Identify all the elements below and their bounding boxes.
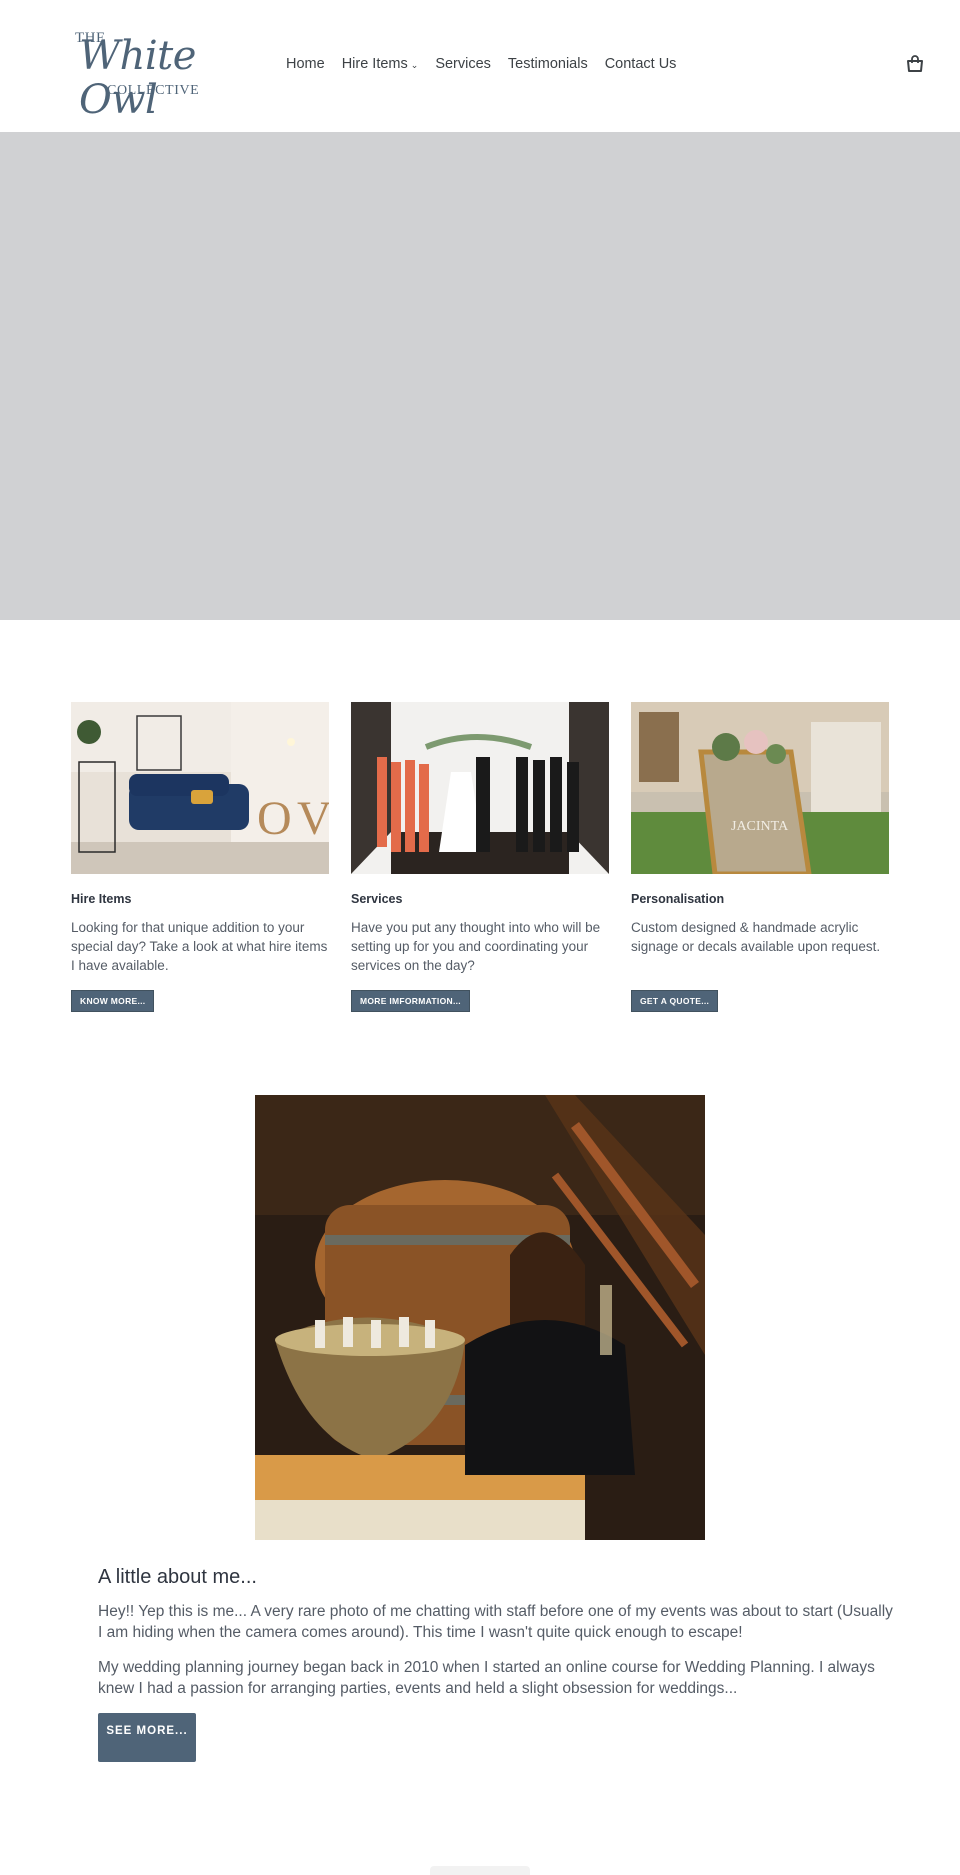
brand-logo[interactable]: THE White Owl COLLECTIVE (73, 26, 233, 122)
feature-card-hire-items: O V Hire Items Looking for that unique a… (71, 702, 329, 1012)
chevron-down-icon: ⌄ (410, 60, 419, 70)
about-photo (255, 1095, 705, 1540)
svg-text:JACINTA: JACINTA (731, 819, 789, 834)
feature-card-personalisation: JACINTA Personalisation Custom designed … (631, 702, 889, 1012)
see-more-button[interactable]: SEE MORE... (98, 1713, 196, 1762)
site-header: THE White Owl COLLECTIVE Home Hire Items… (0, 0, 960, 132)
nav-item-contact-us[interactable]: Contact Us (605, 56, 677, 72)
svg-text:O: O (257, 792, 292, 845)
card-title: Personalisation (631, 892, 725, 906)
about-paragraph-2: My wedding planning journey began back i… (98, 1659, 875, 1697)
card-description: Custom designed & handmade acrylic signa… (631, 920, 881, 954)
services-image[interactable] (351, 702, 609, 874)
card-title: Hire Items (71, 892, 132, 906)
card-description: Have you put any thought into who will b… (351, 920, 601, 973)
logo-line-white-owl: White Owl (79, 33, 196, 123)
know-more-button[interactable]: KNOW MORE... (71, 990, 155, 1012)
nav-item-services[interactable]: Services (435, 56, 491, 72)
nav-item-testimonials[interactable]: Testimonials (508, 56, 588, 72)
card-title: Services (351, 892, 403, 906)
hire-items-image[interactable]: O V (71, 702, 329, 874)
svg-text:V: V (297, 792, 329, 845)
main-nav: Home Hire Items ⌄ Services Testimonials C… (286, 56, 693, 72)
personalisation-image[interactable]: JACINTA (631, 702, 889, 874)
logo-line-collective: COLLECTIVE (107, 83, 200, 98)
feature-card-services: Services Have you put any thought into w… (351, 702, 609, 1012)
get-a-quote-button[interactable]: GET A QUOTE... (631, 990, 719, 1012)
more-information-button[interactable]: MORE IMFORMATION... (351, 990, 470, 1012)
next-section-edge (430, 1866, 530, 1875)
nav-item-home[interactable]: Home (286, 56, 325, 72)
cart-icon[interactable] (906, 55, 924, 73)
about-heading: A little about me... (98, 1566, 257, 1588)
about-paragraph-1: Hey!! Yep this is me... A very rare phot… (98, 1603, 893, 1641)
nav-item-hire-items-label: Hire Items (341, 56, 408, 72)
card-description: Looking for that unique addition to your… (71, 920, 328, 973)
nav-item-hire-items[interactable]: Hire Items ⌄ (342, 56, 419, 72)
hero-banner (0, 132, 960, 620)
